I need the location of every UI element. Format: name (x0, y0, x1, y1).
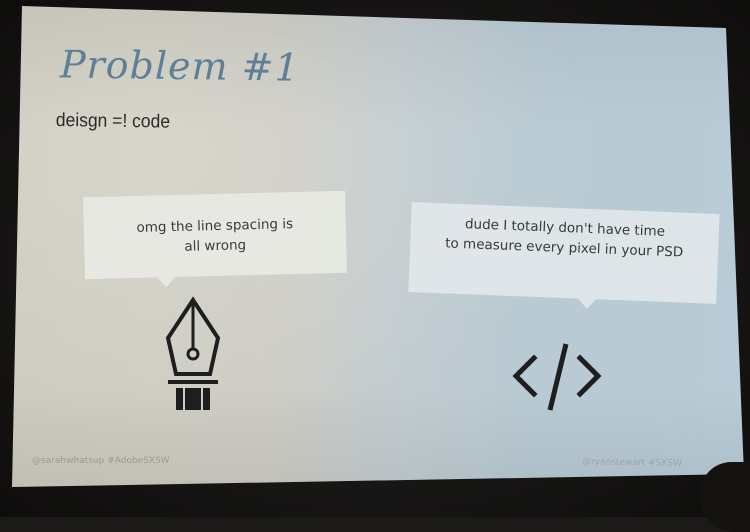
slide-subtitle: deisgn =! code (55, 110, 171, 133)
developer-speech-bubble: dude I totally don't have time to measur… (408, 202, 720, 304)
code-brackets-icon (512, 343, 602, 411)
designer-twitter-handle: @sarahwhatsup #AdobeSXSW (32, 456, 170, 466)
pen-nib-icon (165, 296, 221, 410)
designer-bubble-line-2: all wrong (184, 237, 247, 255)
foreground-object (700, 462, 750, 532)
developer-twitter-handle: @ryanstewart #SXSW (581, 457, 683, 469)
slide-title: Problem #1 (59, 42, 301, 90)
designer-speech-bubble: omg the line spacing is all wrong (83, 190, 347, 280)
